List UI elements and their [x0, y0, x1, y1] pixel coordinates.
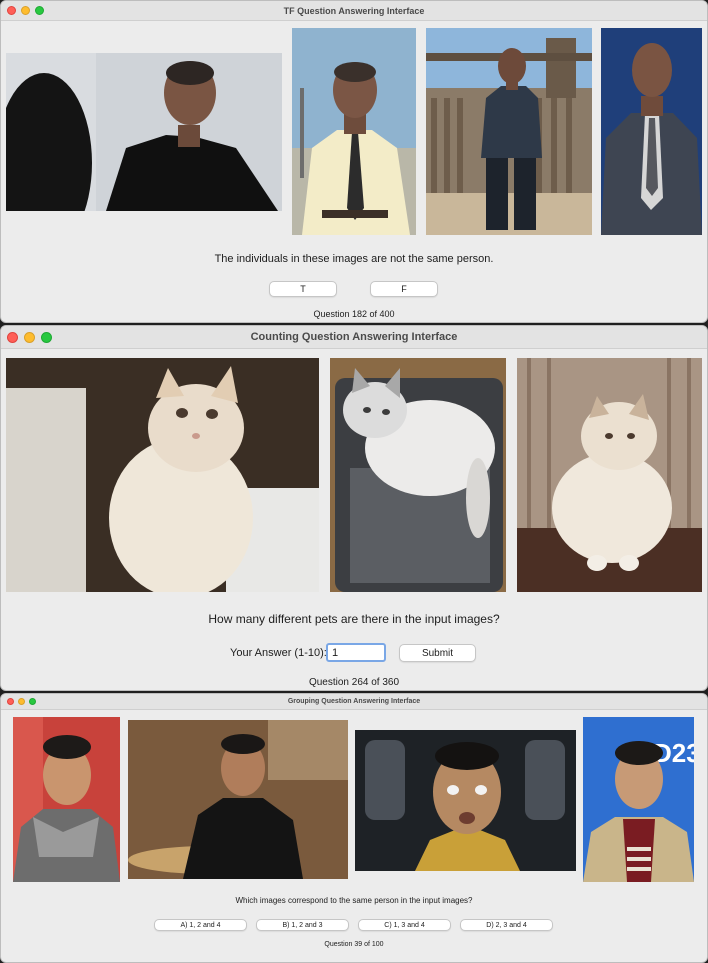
option-b-button[interactable]: B) 1, 2 and 3	[256, 919, 349, 931]
grouping-titlebar: Grouping Question Answering Interface	[1, 694, 707, 710]
question-counter: Question 182 of 400	[313, 309, 395, 319]
true-button[interactable]: T	[269, 281, 337, 297]
question-text: The individuals in these images are not …	[214, 253, 494, 265]
tf-titlebar: TF Question Answering Interface	[1, 1, 707, 21]
counting-titlebar: Counting Question Answering Interface	[1, 326, 707, 349]
counting-window: Counting Question Answering Interface Ho…	[0, 325, 708, 691]
input-image-2	[330, 358, 506, 592]
input-image-1	[13, 717, 120, 882]
option-a-button[interactable]: A) 1, 2 and 4	[154, 919, 247, 931]
input-image-3	[517, 358, 702, 592]
input-image-2	[128, 720, 348, 879]
window-title: Grouping Question Answering Interface	[287, 698, 421, 705]
question-counter: Question 39 of 100	[324, 941, 384, 948]
window-title: TF Question Answering Interface	[283, 5, 425, 16]
answer-label: Your Answer (1-10):	[230, 647, 327, 659]
question-text: How many different pets are there in the…	[208, 612, 500, 626]
submit-button[interactable]: Submit	[399, 644, 476, 662]
question-counter: Question 264 of 360	[308, 677, 400, 688]
input-image-4: D23	[583, 717, 694, 882]
answer-input[interactable]: 1	[326, 643, 386, 662]
window-title: Counting Question Answering Interface	[250, 331, 458, 343]
input-image-4	[601, 28, 702, 235]
input-image-2	[292, 28, 416, 235]
input-image-1	[6, 53, 282, 211]
question-text: Which images correspond to the same pers…	[235, 896, 473, 905]
option-d-button[interactable]: D) 2, 3 and 4	[460, 919, 553, 931]
option-c-button[interactable]: C) 1, 3 and 4	[358, 919, 451, 931]
grouping-window: Grouping Question Answering Interface 2 …	[0, 693, 708, 963]
false-button[interactable]: F	[370, 281, 438, 297]
tf-window: TF Question Answering Interface The indi…	[0, 0, 708, 323]
input-image-1	[6, 358, 319, 592]
input-image-3	[426, 28, 592, 235]
input-image-3	[355, 730, 576, 871]
